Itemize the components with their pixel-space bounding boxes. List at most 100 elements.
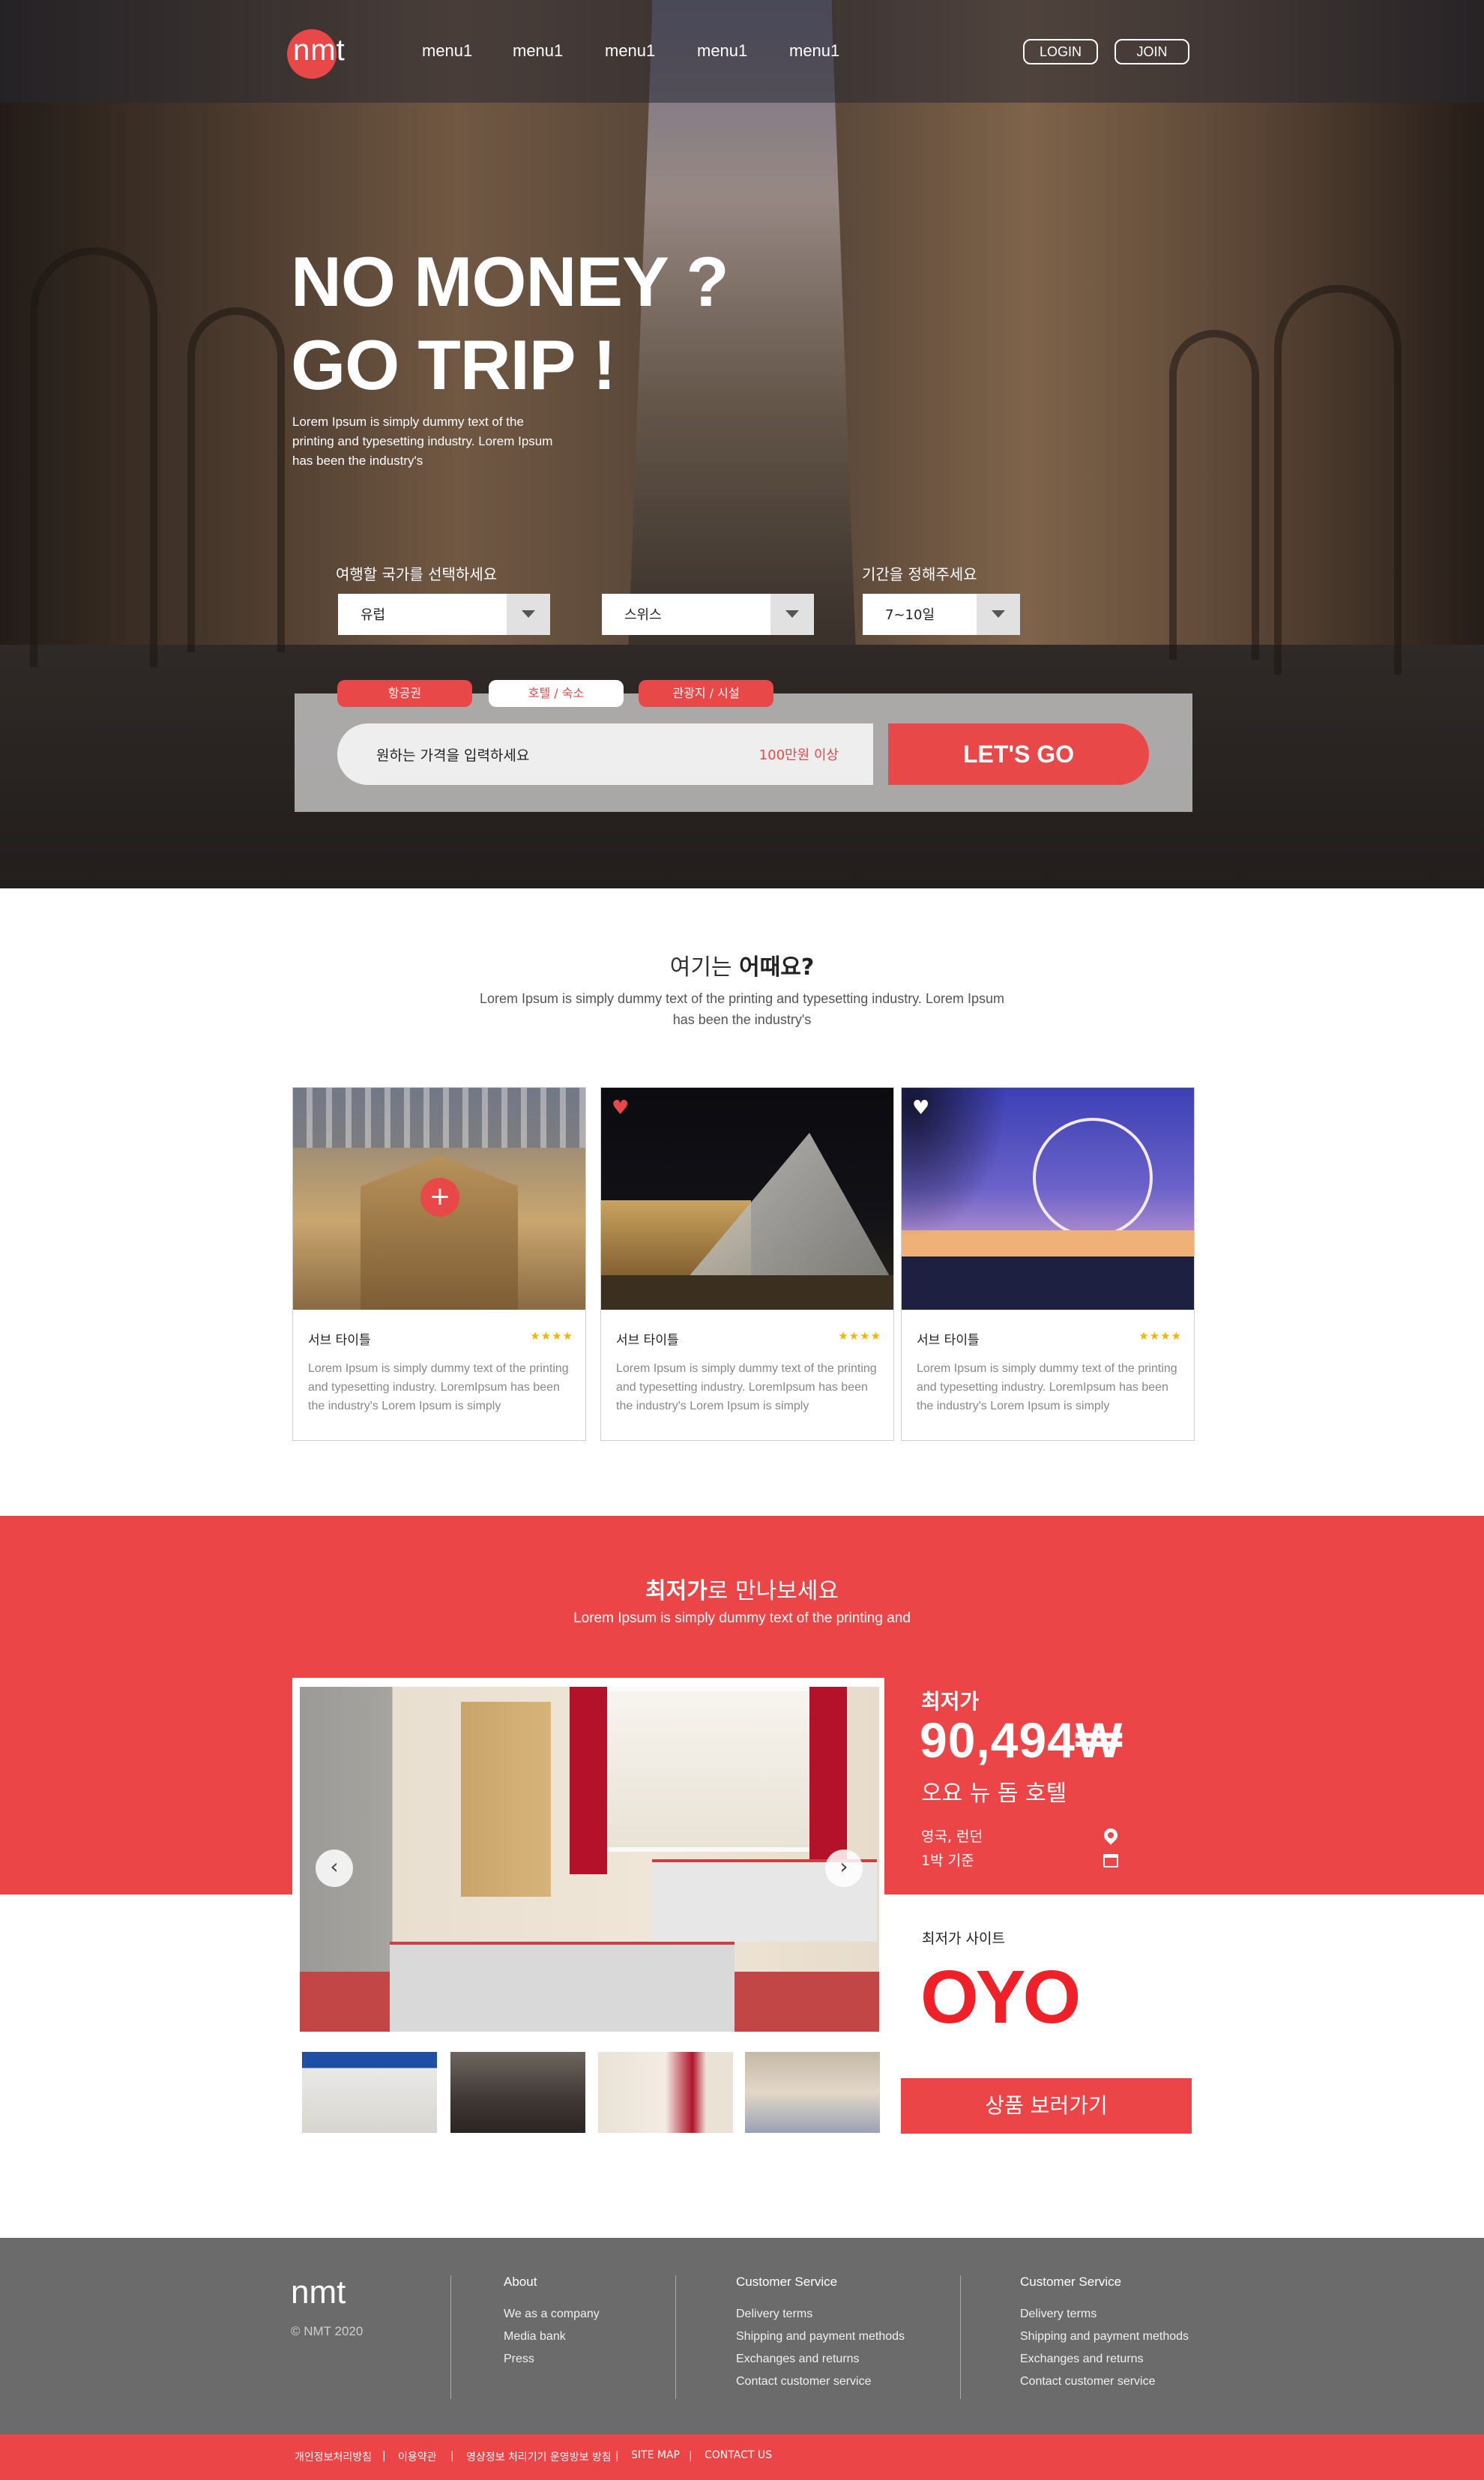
terms-link[interactable]: 이용약관 bbox=[398, 2449, 437, 2464]
footer-link[interactable]: Shipping and payment methods bbox=[736, 2330, 905, 2344]
hotel-thumbnail[interactable] bbox=[745, 2052, 880, 2133]
lowest-site-label: 최저가 사이트 bbox=[922, 1930, 1005, 1947]
cctv-policy-link[interactable]: 영상정보 처리기기 운영방보 방침 bbox=[466, 2449, 612, 2464]
hotel-thumbnail[interactable] bbox=[302, 2052, 437, 2133]
card-title: 서브 타이틀 bbox=[308, 1333, 371, 1348]
bottom-separator: | bbox=[689, 2450, 693, 2462]
card-text: Lorem Ipsum is simply dummy text of the … bbox=[308, 1362, 569, 1412]
footer-divider bbox=[675, 2275, 676, 2399]
bottom-separator: | bbox=[450, 2450, 454, 2462]
nav-item-3[interactable]: menu1 bbox=[605, 41, 655, 61]
footer-link[interactable]: We as a company bbox=[504, 2308, 600, 2321]
view-product-button[interactable]: 상품 보러가기 bbox=[901, 2078, 1192, 2134]
tab-hotels[interactable]: 호텔 / 숙소 bbox=[489, 680, 624, 707]
room-bed bbox=[390, 1942, 735, 2032]
lets-go-button[interactable]: LET'S GO bbox=[888, 723, 1149, 785]
card-text: Lorem Ipsum is simply dummy text of the … bbox=[616, 1362, 877, 1412]
nav-item-2[interactable]: menu1 bbox=[513, 41, 563, 61]
footer-copyright: © NMT 2020 bbox=[291, 2324, 364, 2338]
rating-stars: ★★★★ bbox=[1138, 1329, 1182, 1343]
sitemap-link[interactable]: SITE MAP bbox=[631, 2449, 680, 2461]
region-select-value: 유럽 bbox=[361, 607, 386, 623]
destination-card[interactable]: ♥ 서브 타이틀 ★★★★ Lorem Ipsum is simply dumm… bbox=[600, 1087, 894, 1441]
chevron-down-icon[interactable] bbox=[977, 594, 1020, 635]
heart-icon[interactable]: ♥ bbox=[912, 1097, 929, 1119]
chevron-down-icon[interactable] bbox=[770, 594, 814, 635]
recommend-section-title: 여기는 어때요? bbox=[0, 948, 1484, 981]
tab-flights[interactable]: 항공권 bbox=[337, 680, 472, 707]
logo-text[interactable]: nmt bbox=[293, 34, 346, 67]
room-wardrobe bbox=[461, 1702, 551, 1897]
hero-title-line-2: GO TRIP ! bbox=[291, 325, 616, 404]
footer-link[interactable]: Shipping and payment methods bbox=[1020, 2330, 1189, 2344]
login-button[interactable]: LOGIN bbox=[1023, 39, 1098, 64]
hotel-thumbnail[interactable] bbox=[450, 2052, 585, 2133]
card-photo-london-eye[interactable]: ♥ bbox=[902, 1088, 1194, 1310]
footer-col1-heading: About bbox=[504, 2275, 537, 2289]
period-select[interactable]: 7~10일 bbox=[863, 594, 1020, 635]
hotel-name: 오요 뉴 돔 호텔 bbox=[921, 1781, 1067, 1807]
slider-prev-arrow-icon[interactable]: ‹ bbox=[316, 1850, 353, 1887]
tab-attractions[interactable]: 관광지 / 시설 bbox=[639, 680, 773, 707]
rating-stars: ★★★★ bbox=[530, 1329, 573, 1343]
footer-link[interactable]: Exchanges and returns bbox=[736, 2353, 860, 2366]
hotel-location: 영국, 런던 bbox=[921, 1829, 983, 1845]
price-range-tag[interactable]: 100만원 이상 bbox=[759, 744, 839, 764]
card-photo-museum[interactable]: + bbox=[293, 1088, 585, 1310]
footer-link[interactable]: Press bbox=[504, 2353, 534, 2366]
card-text: Lorem Ipsum is simply dummy text of the … bbox=[917, 1362, 1177, 1412]
recommend-title-bold: 어때요? bbox=[739, 954, 815, 981]
nav-item-5[interactable]: menu1 bbox=[789, 41, 839, 61]
footer-link[interactable]: Delivery terms bbox=[736, 2308, 812, 2321]
join-button[interactable]: JOIN bbox=[1114, 39, 1189, 64]
card-photo-louvre[interactable]: ♥ bbox=[601, 1088, 893, 1310]
chevron-down-icon[interactable] bbox=[507, 594, 550, 635]
heart-icon[interactable]: ♥ bbox=[612, 1097, 629, 1119]
price-input[interactable]: 원하는 가격을 입력하세요 100만원 이상 bbox=[337, 723, 873, 785]
room-curtain bbox=[809, 1687, 847, 1874]
nav-item-4[interactable]: menu1 bbox=[697, 41, 747, 61]
period-select-value: 7~10일 bbox=[885, 607, 935, 623]
footer-link[interactable]: Media bank bbox=[504, 2330, 566, 2344]
footer-logo[interactable]: nmt bbox=[291, 2274, 346, 2311]
price-basis: 1박 기준 bbox=[921, 1853, 974, 1869]
bottom-separator: | bbox=[382, 2450, 386, 2462]
footer-link[interactable]: Delivery terms bbox=[1020, 2308, 1097, 2321]
country-select-value: 스위스 bbox=[624, 607, 662, 623]
bottom-separator: | bbox=[615, 2450, 619, 2462]
hero-title-line-1: NO MONEY ? bbox=[291, 242, 729, 321]
lowest-price-label: 최저가 bbox=[921, 1689, 980, 1714]
lowest-title-light: 로 만나보세요 bbox=[707, 1578, 839, 1604]
lowest-section-title: 최저가로 만나보세요 bbox=[0, 1572, 1484, 1605]
card-title: 서브 타이틀 bbox=[616, 1333, 679, 1348]
calendar-icon bbox=[1103, 1854, 1118, 1867]
recommend-description: Lorem Ipsum is simply dummy text of the … bbox=[480, 991, 1004, 1027]
slider-next-arrow-icon[interactable]: › bbox=[825, 1850, 863, 1887]
region-select[interactable]: 유럽 bbox=[338, 594, 550, 635]
footer-divider bbox=[960, 2275, 961, 2399]
lowest-price-value: 90,494₩ bbox=[920, 1712, 1123, 1768]
footer-link[interactable]: Contact customer service bbox=[736, 2375, 872, 2389]
footer-divider bbox=[450, 2275, 451, 2399]
plus-icon[interactable]: + bbox=[420, 1178, 459, 1217]
country-select[interactable]: 스위스 bbox=[602, 594, 814, 635]
footer-col3-heading: Customer Service bbox=[1020, 2275, 1122, 2289]
nav-item-1[interactable]: menu1 bbox=[422, 41, 472, 61]
country-select-label: 여행할 국가를 선택하세요 bbox=[336, 565, 498, 583]
destination-card[interactable]: + 서브 타이틀 ★★★★ Lorem Ipsum is simply dumm… bbox=[292, 1087, 586, 1441]
recommend-title-light: 여기는 bbox=[669, 954, 740, 981]
footer-link[interactable]: Contact customer service bbox=[1020, 2375, 1156, 2389]
footer-col2-heading: Customer Service bbox=[736, 2275, 838, 2289]
footer-link[interactable]: Exchanges and returns bbox=[1020, 2353, 1144, 2366]
oyo-logo[interactable]: OYO bbox=[920, 1960, 1081, 2035]
privacy-policy-link[interactable]: 개인정보처리방침 bbox=[295, 2449, 372, 2464]
hotel-thumbnail[interactable] bbox=[598, 2052, 733, 2133]
rating-stars: ★★★★ bbox=[838, 1329, 881, 1343]
room-window bbox=[592, 1687, 832, 1852]
period-select-label: 기간을 정해주세요 bbox=[862, 565, 977, 583]
hero-description: Lorem Ipsum is simply dummy text of the … bbox=[292, 415, 553, 468]
contact-link[interactable]: CONTACT US bbox=[705, 2449, 772, 2461]
destination-card[interactable]: ♥ 서브 타이틀 ★★★★ Lorem Ipsum is simply dumm… bbox=[901, 1087, 1195, 1441]
card-title: 서브 타이틀 bbox=[917, 1333, 980, 1348]
hotel-room-photo[interactable] bbox=[300, 1687, 879, 2032]
